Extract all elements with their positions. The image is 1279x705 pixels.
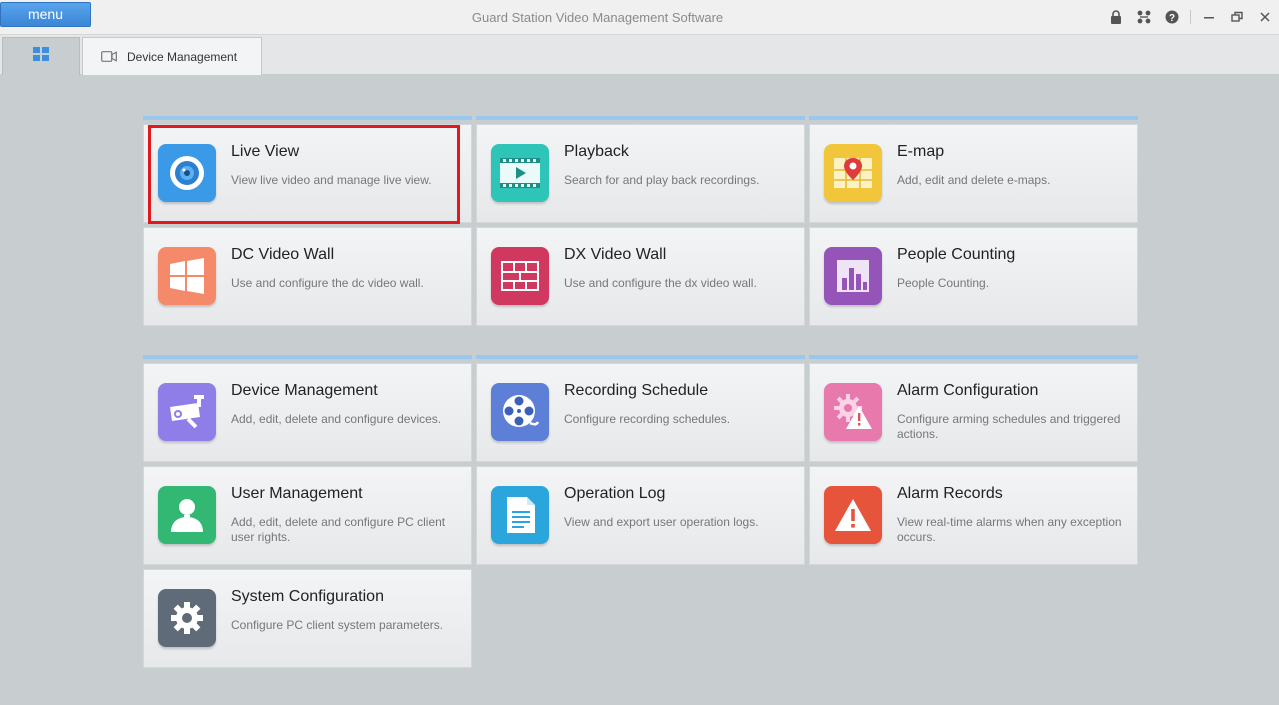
alarm-records-icon [824,486,882,544]
tab-bar: Device Management [0,35,1279,75]
tab-label: Device Management [127,49,238,64]
card-description: Configure recording schedules. [564,412,731,426]
card-title: Recording Schedule [564,382,709,399]
card-description: View real-time alarms when any exception… [897,515,1122,544]
playback-icon [491,144,549,202]
card-title: Device Management [231,382,378,399]
group-1-divider [143,116,472,120]
card-title: Alarm Configuration [897,382,1039,399]
live-view-icon [158,144,216,202]
restore-icon[interactable] [1223,7,1251,27]
live-view-card[interactable]: Live View View live video and manage liv… [143,124,472,223]
card-title: System Configuration [231,588,384,605]
tab-device-management[interactable]: Device Management [82,37,262,75]
card-description: Configure PC client system parameters. [231,618,444,632]
recording-schedule-card[interactable]: Recording Schedule Configure recording s… [476,363,805,462]
minimize-icon[interactable] [1195,7,1223,27]
camera-icon [101,51,117,62]
card-title: Operation Log [564,485,666,502]
separator [1190,10,1191,24]
dx-video-wall-card[interactable]: DX Video Wall Use and configure the dx v… [476,227,805,326]
card-description: Search for and play back recordings. [564,173,760,187]
network-icon[interactable] [1130,7,1158,27]
svg-text:?: ? [1169,13,1175,24]
card-title: Alarm Records [897,485,1003,502]
people-counting-card[interactable]: People Counting People Counting. [809,227,1138,326]
card-title: E-map [897,143,945,160]
card-title: DX Video Wall [564,246,667,263]
app-title: Guard Station Video Management Software [471,10,724,25]
card-description: View and export user operation logs. [564,515,759,529]
user-management-card[interactable]: User Management Add, edit, delete and co… [143,466,472,565]
group-1-divider [476,116,805,120]
card-description: Use and configure the dc video wall. [231,276,424,290]
dc-video-wall-icon [158,247,216,305]
group-2-divider [809,355,1138,359]
emap-card[interactable]: E-map Add, edit and delete e-maps. [809,124,1138,223]
card-description: Add, edit and delete e-maps. [897,173,1051,187]
close-icon[interactable] [1251,7,1279,27]
group-1-divider [809,116,1138,120]
card-title: Playback [564,143,629,160]
alarm-configuration-icon [824,383,882,441]
device-management-card[interactable]: Device Management Add, edit, delete and … [143,363,472,462]
playback-card[interactable]: Playback Search for and play back record… [476,124,805,223]
system-configuration-icon [158,589,216,647]
grid-icon [33,47,49,66]
card-description: Use and configure the dx video wall. [564,276,757,290]
help-icon[interactable]: ? [1158,7,1186,27]
card-title: Live View [231,143,300,160]
alarm-configuration-card[interactable]: Alarm Configuration Configure arming sch… [809,363,1138,462]
card-description: Add, edit, delete and configure PC clien… [231,515,446,544]
people-counting-icon [824,247,882,305]
card-description: Configure arming schedules and triggered… [897,412,1121,441]
dc-video-wall-card[interactable]: DC Video Wall Use and configure the dc v… [143,227,472,326]
window-controls: ? [1102,7,1279,27]
card-title: User Management [231,485,363,502]
card-description: View live video and manage live view. [231,173,432,187]
group-2-divider [476,355,805,359]
operation-log-card[interactable]: Operation Log View and export user opera… [476,466,805,565]
card-description: Add, edit, delete and configure devices. [231,412,442,426]
system-configuration-card[interactable]: System Configuration Configure PC client… [143,569,472,668]
alarm-records-card[interactable]: Alarm Records View real-time alarms when… [809,466,1138,565]
user-management-icon [158,486,216,544]
recording-schedule-icon [491,383,549,441]
card-title: DC Video Wall [231,246,335,263]
group-2-divider [143,355,472,359]
tab-home[interactable] [2,37,80,75]
card-description: People Counting. [897,276,990,290]
emap-icon [824,144,882,202]
dx-video-wall-icon [491,247,549,305]
operation-log-icon [491,486,549,544]
device-management-icon [158,383,216,441]
lock-icon[interactable] [1102,7,1130,27]
card-title: People Counting [897,246,1016,263]
title-bar: menu Guard Station Video Management Soft… [0,0,1279,35]
